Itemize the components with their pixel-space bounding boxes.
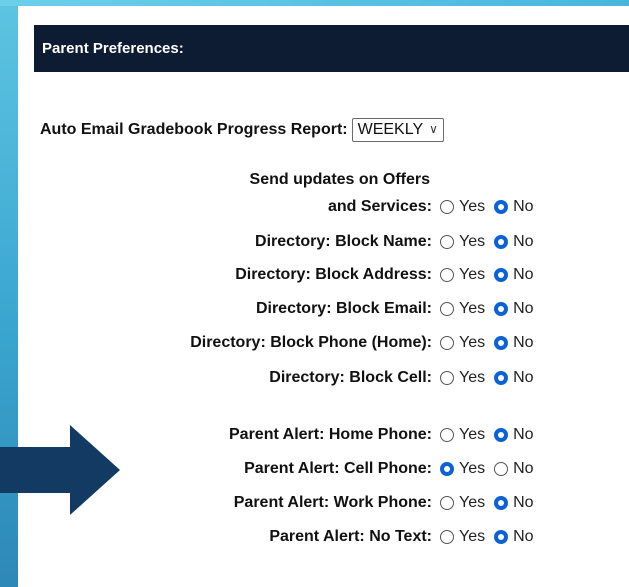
pref-label: Send updates on Offers xyxy=(249,171,430,188)
radio-yes[interactable] xyxy=(440,200,454,214)
radio-no[interactable] xyxy=(494,200,509,214)
radio-no-label: No xyxy=(513,426,534,443)
radio-no[interactable] xyxy=(494,302,509,316)
radio-group: Yes No xyxy=(440,194,543,220)
pref-row-block-address: Directory: Block Address: Yes No xyxy=(0,262,629,288)
pref-label: Directory: Block Phone (Home): xyxy=(190,334,432,351)
pref-row-alert-no-text: Parent Alert: No Text: Yes No xyxy=(0,524,629,550)
radio-yes-label: Yes xyxy=(459,198,486,215)
radio-no-label: No xyxy=(513,233,534,250)
radio-yes-label: Yes xyxy=(459,334,486,351)
radio-no-label: No xyxy=(513,528,534,545)
decorative-top-strip xyxy=(0,0,629,6)
pref-label: Directory: Block Email: xyxy=(255,300,432,317)
pref-label: Parent Alert: Cell Phone: xyxy=(244,460,432,477)
radio-no[interactable] xyxy=(494,268,509,282)
radio-no-label: No xyxy=(513,369,534,386)
radio-group: Yes No xyxy=(440,490,543,516)
progress-report-label: Auto Email Gradebook Progress Report: xyxy=(40,121,348,138)
pref-label: and Services: xyxy=(327,198,432,215)
radio-yes-label: Yes xyxy=(459,426,486,443)
section-header: Parent Preferences: xyxy=(34,25,629,72)
right-arrow-icon xyxy=(0,425,120,515)
radio-group: Yes No xyxy=(440,524,543,550)
radio-group: Yes No xyxy=(440,456,543,482)
radio-no-label: No xyxy=(513,334,534,351)
radio-yes[interactable] xyxy=(440,496,454,510)
pref-row-offers: and Services: Yes No xyxy=(0,194,629,220)
radio-yes-label: Yes xyxy=(459,369,486,386)
pref-label: Parent Alert: Work Phone: xyxy=(233,494,432,511)
radio-no[interactable] xyxy=(494,462,509,476)
radio-yes[interactable] xyxy=(440,371,454,385)
radio-no[interactable] xyxy=(494,496,509,510)
radio-no-label: No xyxy=(513,460,534,477)
radio-yes[interactable] xyxy=(440,302,454,316)
radio-group: Yes No xyxy=(440,422,543,448)
radio-yes-label: Yes xyxy=(459,266,486,283)
progress-report-row: Auto Email Gradebook Progress Report: WE… xyxy=(40,117,444,143)
pref-row-offers-line1: Send updates on Offers xyxy=(0,167,629,193)
radio-no[interactable] xyxy=(494,235,509,249)
radio-yes[interactable] xyxy=(440,336,454,350)
radio-no[interactable] xyxy=(494,530,509,544)
radio-no-label: No xyxy=(513,494,534,511)
radio-yes[interactable] xyxy=(440,268,454,282)
radio-yes-label: Yes xyxy=(459,460,486,477)
radio-yes[interactable] xyxy=(440,530,454,544)
progress-report-value: WEEKLY xyxy=(357,121,424,138)
radio-yes-label: Yes xyxy=(459,528,486,545)
pref-label: Directory: Block Cell: xyxy=(269,369,432,386)
pref-row-block-cell: Directory: Block Cell: Yes No xyxy=(0,365,629,391)
section-title: Parent Preferences: xyxy=(42,40,184,57)
radio-yes[interactable] xyxy=(440,235,454,249)
pref-row-block-name: Directory: Block Name: Yes No xyxy=(0,229,629,255)
radio-yes-label: Yes xyxy=(459,494,486,511)
radio-group: Yes No xyxy=(440,296,543,322)
chevron-down-icon: ∨ xyxy=(429,122,438,136)
radio-no-label: No xyxy=(513,266,534,283)
pref-label: Parent Alert: No Text: xyxy=(269,528,432,545)
radio-yes[interactable] xyxy=(440,462,454,476)
radio-yes[interactable] xyxy=(440,428,454,442)
pref-label: Directory: Block Address: xyxy=(235,266,432,283)
radio-yes-label: Yes xyxy=(459,233,486,250)
radio-no[interactable] xyxy=(494,371,509,385)
pref-label: Parent Alert: Home Phone: xyxy=(229,426,432,443)
radio-no-label: No xyxy=(513,300,534,317)
pref-row-block-phone-home: Directory: Block Phone (Home): Yes No xyxy=(0,330,629,356)
radio-yes-label: Yes xyxy=(459,300,486,317)
radio-group: Yes No xyxy=(440,262,543,288)
radio-group: Yes No xyxy=(440,229,543,255)
progress-report-select[interactable]: WEEKLY ∨ xyxy=(351,118,444,142)
radio-no[interactable] xyxy=(494,428,509,442)
radio-group: Yes No xyxy=(440,330,543,356)
pref-label: Directory: Block Name: xyxy=(255,233,432,250)
radio-no[interactable] xyxy=(494,336,509,350)
pref-row-block-email: Directory: Block Email: Yes No xyxy=(0,296,629,322)
radio-no-label: No xyxy=(513,198,534,215)
radio-group: Yes No xyxy=(440,365,543,391)
